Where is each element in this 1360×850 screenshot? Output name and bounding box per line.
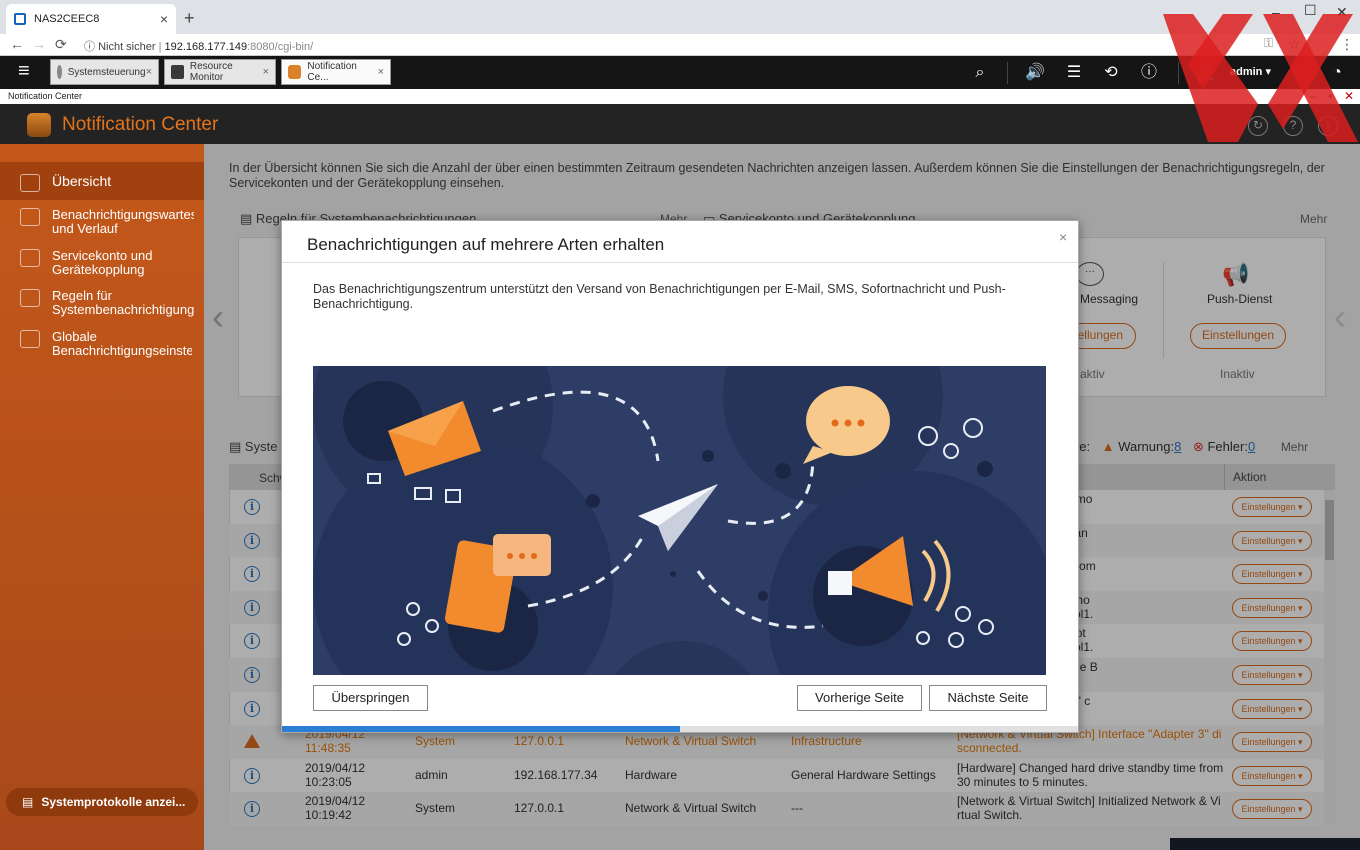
url-path: :8080/cgi-bin/ [247, 41, 314, 53]
volume-icon[interactable]: 🔊 [1024, 62, 1046, 84]
browser-tab-title: NAS2CEEC8 [34, 13, 100, 25]
qnap-favicon-icon [14, 13, 26, 25]
dialog-description: Das Benachrichtigungszentrum unterstützt… [313, 282, 1006, 311]
toggle-settings-icon [20, 330, 40, 348]
notification-center-icon [288, 65, 302, 79]
main-menu-icon[interactable]: ≡ [18, 61, 40, 82]
sidebar-item-label: Servicekonto und Gerätekopplung [52, 248, 153, 277]
dialog-close-icon[interactable]: × [1059, 229, 1067, 245]
notification-center-logo-icon [27, 113, 51, 137]
taskbar-tab-systemsteuerung[interactable]: Systemsteuerung × [50, 59, 159, 85]
new-tab-button[interactable]: + [184, 8, 195, 29]
taskbar-tab-label: Resource Monitor [189, 61, 233, 83]
search-icon[interactable]: ⌕ [969, 62, 991, 84]
info-icon: ⓘ [84, 41, 99, 53]
info-icon[interactable]: ⓘ [1138, 62, 1160, 84]
dialog-divider [282, 262, 1078, 263]
tasks-icon[interactable]: ☰ [1063, 62, 1085, 84]
dialog-title: Benachrichtigungen auf mehrere Arten erh… [307, 235, 665, 254]
security-label: Nicht sicher [98, 41, 156, 53]
chart-icon [20, 174, 40, 192]
sync-icon[interactable]: ⟲ [1100, 62, 1122, 84]
forward-icon[interactable]: → [32, 36, 46, 52]
system-logs-button[interactable]: ▤ Systemprotokolle anzei... [6, 788, 198, 816]
next-page-button[interactable]: Nächste Seite [929, 685, 1047, 711]
divider [1007, 62, 1008, 84]
close-icon[interactable]: × [263, 66, 269, 78]
taskbar-tab-notification-center[interactable]: Notification Ce... × [281, 59, 391, 85]
notification-channels-illustration [313, 366, 1046, 675]
app-title: Notification Center [62, 114, 219, 135]
dialog-progress-fill [282, 726, 680, 732]
close-icon[interactable]: × [378, 66, 384, 78]
system-logs-label: Systemprotokolle anzei... [41, 795, 186, 809]
sidebar-item-global-settings[interactable]: Globale Benachrichtigungseinste [0, 330, 204, 358]
sidebar-item-label: Übersicht [52, 173, 112, 189]
back-icon[interactable]: ← [10, 36, 24, 52]
queue-icon [20, 208, 40, 226]
taskbar-tab-label: Notification Ce... [307, 61, 357, 83]
sidebar-item-service-account[interactable]: Servicekonto und Gerätekopplung [0, 249, 204, 277]
previous-page-button[interactable]: Vorherige Seite [797, 685, 922, 711]
skip-button[interactable]: Überspringen [313, 685, 428, 711]
window-title: Notification Center [0, 89, 1360, 104]
sidebar-item-label: Globale Benachrichtigungseinste [52, 330, 192, 358]
sidebar-item-overview[interactable]: Übersicht [0, 162, 204, 200]
reload-icon[interactable]: ⟳ [55, 36, 67, 53]
device-pairing-icon [20, 249, 40, 267]
taskbar-tab-resource-monitor[interactable]: Resource Monitor × [164, 59, 276, 85]
browser-tab-strip [0, 0, 1360, 34]
log-icon: ▤ [22, 795, 34, 809]
url-field[interactable]: ⓘ Nicht sicher | 192.168.177.149:8080/cg… [84, 38, 313, 54]
rules-icon [20, 289, 40, 307]
sidebar-item-label: Benachrichtigungswartes und Verlauf [52, 208, 194, 236]
close-icon[interactable]: × [146, 66, 152, 78]
sidebar-item-rules[interactable]: Regeln für Systembenachrichtigung [0, 289, 204, 317]
url-host: 192.168.177.149 [164, 41, 248, 53]
close-tab-icon[interactable]: × [160, 11, 168, 27]
sidebar-item-queue-history[interactable]: Benachrichtigungswartes und Verlauf [0, 208, 200, 236]
watermark-logo [1163, 14, 1358, 142]
browser-tab[interactable]: NAS2CEEC8 × [6, 4, 176, 34]
gear-icon [57, 65, 62, 79]
taskbar-tab-label: Systemsteuerung [67, 66, 146, 78]
resource-monitor-icon [171, 65, 184, 79]
sidebar-item-label: Regeln für Systembenachrichtigung [52, 288, 195, 317]
